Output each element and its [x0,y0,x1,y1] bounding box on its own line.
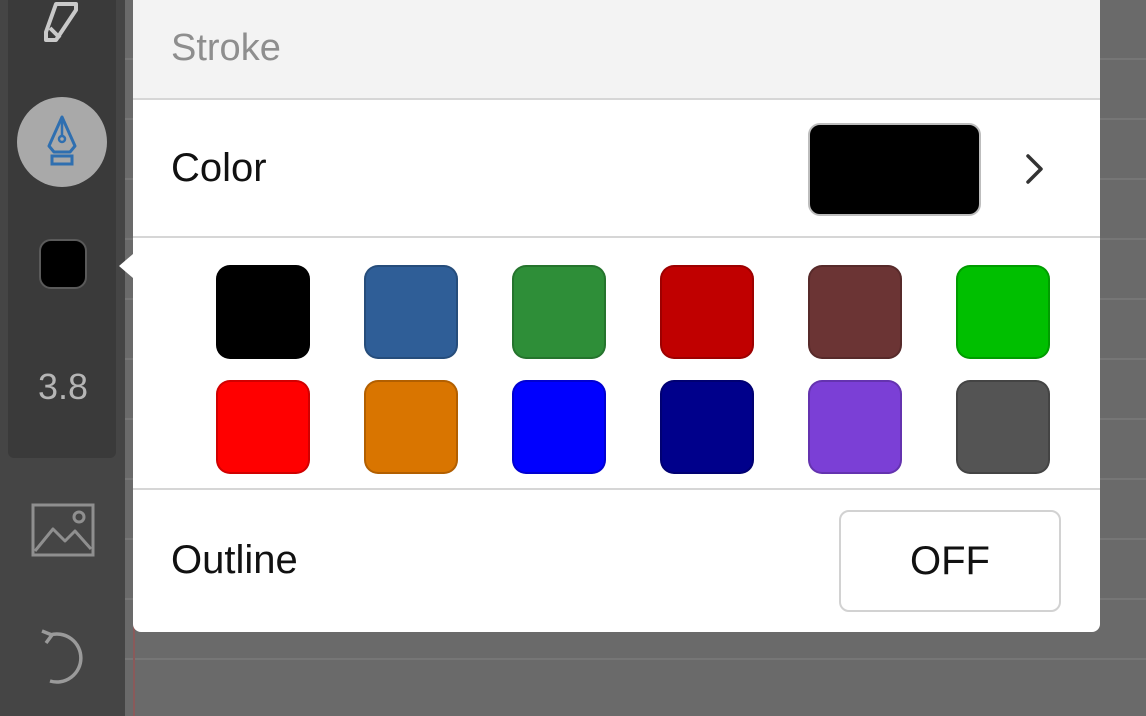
current-color-preview[interactable] [808,123,981,216]
outline-toggle-button[interactable]: OFF [839,510,1061,612]
current-color-tool-button[interactable] [33,234,93,294]
popover-arrow [119,254,133,278]
color-swatch[interactable] [512,265,606,359]
undo-icon [41,629,83,684]
eraser-icon [44,2,78,42]
stroke-width-value[interactable]: 3.8 [20,360,106,414]
section-header: Stroke [133,0,1100,100]
color-label: Color [171,145,267,190]
color-row[interactable]: Color [133,100,1100,238]
eraser-tool-button[interactable] [32,0,92,48]
color-swatch[interactable] [364,380,458,474]
color-chip [39,239,87,289]
image-icon [31,503,95,557]
color-swatch[interactable] [808,380,902,474]
color-swatch[interactable] [808,265,902,359]
undo-tool-button[interactable] [28,620,94,690]
stroke-settings-popover: Stroke Color Outline OFF [133,0,1100,632]
color-swatch[interactable] [660,265,754,359]
outline-label: Outline [171,537,298,582]
color-palette [133,238,1100,490]
outline-row: Outline OFF [133,490,1100,630]
color-swatch[interactable] [216,265,310,359]
left-toolbar: 3.8 [0,0,125,716]
image-tool-button[interactable] [30,500,96,560]
fountain-pen-icon [47,115,77,166]
color-swatch[interactable] [364,265,458,359]
color-swatch[interactable] [512,380,606,474]
section-title: Stroke [171,27,281,69]
color-swatch[interactable] [660,380,754,474]
chevron-right-icon[interactable] [1015,144,1055,194]
color-swatch[interactable] [956,380,1050,474]
pen-tool-button[interactable] [17,97,107,187]
color-swatch[interactable] [956,265,1050,359]
color-swatch[interactable] [216,380,310,474]
